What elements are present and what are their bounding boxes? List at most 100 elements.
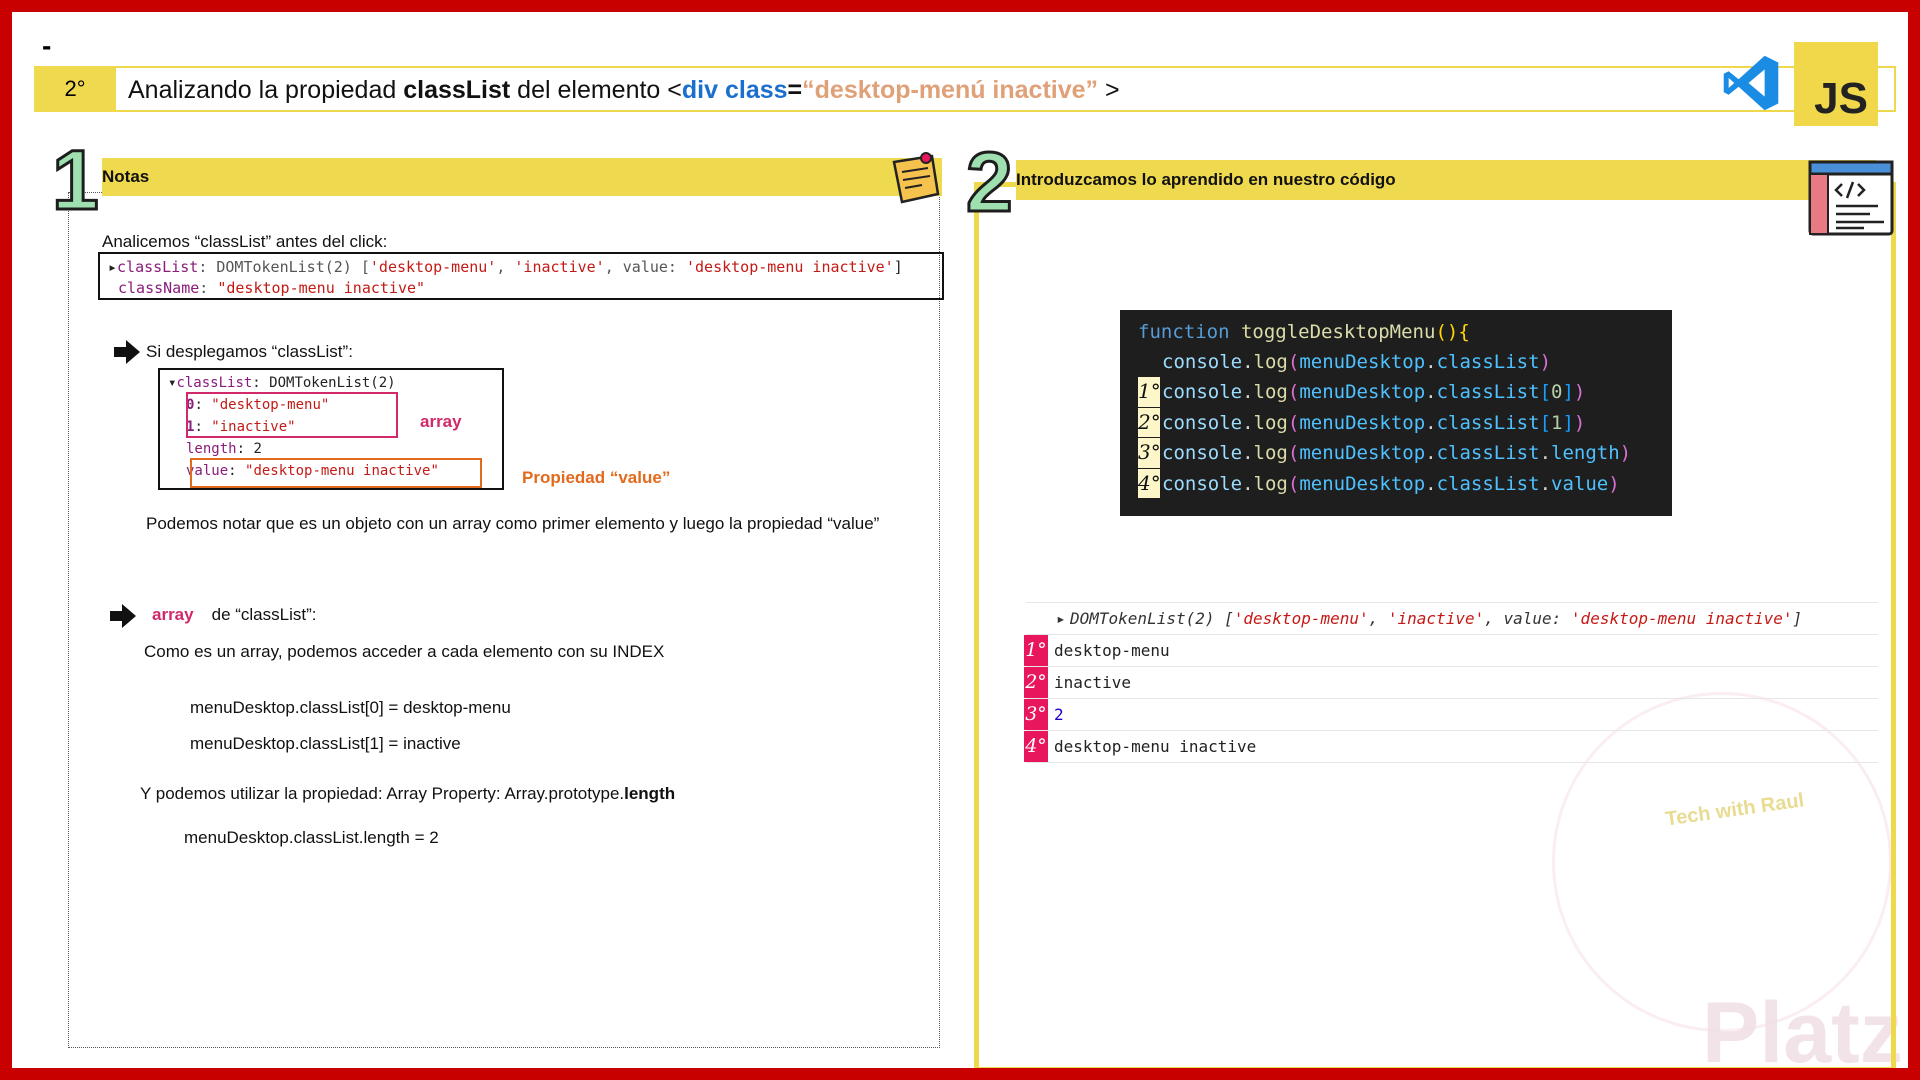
js-logo: JS — [1794, 42, 1878, 126]
code-comma: , — [496, 258, 515, 276]
value-property-label: Propiedad “value” — [522, 468, 671, 487]
console-type: DOMTokenList(2) [ — [1070, 609, 1234, 628]
code-log: log — [1253, 472, 1288, 495]
title-pre: Analizando la propiedad — [128, 76, 404, 104]
code-length: length: 2 — [186, 441, 262, 457]
code-obj: menuDesktop — [1299, 381, 1426, 403]
code-key: classList — [117, 258, 199, 276]
arrow-icon — [114, 340, 140, 364]
vscode-icon — [1723, 55, 1779, 111]
code-prop: classList — [1436, 411, 1540, 434]
expand-label: Si desplegamos “classList”: — [146, 342, 353, 361]
section-number-2: 2 — [965, 135, 1015, 229]
code-file-icon — [1808, 160, 1894, 236]
code-type: : DOMTokenList(2) [ — [198, 258, 370, 276]
code-console: console — [1162, 381, 1243, 403]
title-bold: classList — [403, 76, 511, 104]
slide-frame: - 2° Analizando la propiedad classList d… — [0, 0, 1920, 1080]
console-close: ] — [1792, 609, 1803, 628]
code-key: classList — [176, 375, 253, 391]
code-line-2: 2°console.log(menuDesktop.classList[1]) — [1138, 407, 1672, 439]
console-output: ▸ DOMTokenList(2) ['desktop-menu', 'inact… — [1024, 602, 1878, 763]
code-obj: menuDesktop — [1299, 442, 1426, 464]
console-text: 2 — [1054, 705, 1064, 724]
console-text: inactive — [1054, 673, 1132, 692]
code-obj: menuDesktop — [1299, 411, 1426, 434]
sticky-note-icon — [892, 152, 940, 204]
code-console: console — [1162, 350, 1243, 373]
code-console: console — [1162, 472, 1243, 495]
array-highlight-box — [186, 392, 398, 438]
notes-title: Notas — [102, 167, 150, 186]
array-heading-pink: array — [152, 605, 194, 624]
code-value: value — [1551, 472, 1609, 495]
title-div: div — [681, 76, 719, 104]
console-marker-3: 3° — [1024, 699, 1048, 730]
code-str: 'inactive' — [514, 258, 605, 276]
console-row-2: 2° inactive — [1024, 667, 1878, 699]
expand-triangle-icon[interactable]: ▸ — [1056, 603, 1066, 634]
code-console: console — [1162, 411, 1243, 434]
title-end: > — [1098, 76, 1120, 104]
code-function-name: toggleDesktopMenu — [1240, 321, 1436, 343]
code-index: 1 — [1551, 411, 1563, 434]
code-line-function: function toggleDesktopMenu(){ — [1138, 318, 1672, 348]
line-marker-2: 2° — [1138, 407, 1161, 437]
console-text: desktop-menu inactive — [1054, 737, 1257, 756]
code-key: length — [186, 441, 237, 457]
console-marker-4: 4° — [1024, 731, 1048, 762]
code-console: console — [1162, 442, 1243, 464]
console-str: 'inactive' — [1387, 609, 1485, 628]
section-number-1: 1 — [51, 133, 101, 227]
code-log: log — [1253, 442, 1288, 464]
array-label: array — [420, 412, 462, 431]
length-note-bold: length — [624, 784, 676, 803]
example-index-1: menuDesktop.classList[1] = inactive — [190, 734, 461, 753]
code-prop: classList — [1436, 472, 1540, 495]
code-obj: menuDesktop — [1299, 472, 1426, 495]
code-line-classname: className: "desktop-menu inactive" — [108, 278, 942, 299]
code-log: log — [1253, 411, 1288, 434]
code-str: 'desktop-menu inactive' — [686, 258, 894, 276]
header-title: Analizando la propiedad classList del el… — [128, 70, 1120, 110]
code-log: log — [1253, 350, 1288, 373]
code-colon: : — [199, 279, 218, 297]
array-heading: array de “classList”: — [152, 605, 316, 625]
index-note: Como es un array, podemos acceder a cada… — [144, 642, 665, 661]
code-prop: classList — [1436, 381, 1540, 403]
classlist-collapsed-code: ▸classList: DOMTokenList(2) [ 'desktop-me… — [98, 252, 944, 300]
code-brace: { — [1458, 321, 1470, 343]
code-str: "desktop-menu inactive" — [217, 279, 426, 297]
console-str: 'desktop-menu' — [1233, 609, 1369, 628]
code-length: length — [1551, 442, 1620, 464]
length-note-pre: Y podemos utilizar la propiedad: Array P… — [140, 784, 625, 803]
header-number: 2° — [34, 66, 116, 112]
example-index-0: menuDesktop.classList[0] = desktop-menu — [190, 698, 511, 717]
title-eq: = — [787, 76, 803, 104]
code-close: ] — [893, 258, 903, 276]
console-str: 'desktop-menu inactive' — [1570, 609, 1793, 628]
array-heading-rest: de “classList”: — [211, 605, 317, 624]
line-marker-1: 1° — [1138, 377, 1161, 407]
top-dash: - — [42, 30, 52, 61]
title-mid: del elemento < — [510, 76, 682, 104]
code-paren: () — [1435, 321, 1459, 343]
console-value-key: , value: — [1484, 609, 1571, 628]
code-line-classlist: ▸classList: DOMTokenList(2) [ 'desktop-me… — [108, 257, 942, 278]
code-line-3: 3°console.log(menuDesktop.classList.leng… — [1138, 438, 1672, 469]
code-value-key: , value: — [604, 258, 686, 276]
console-text: desktop-menu — [1054, 641, 1170, 660]
expand-triangle-icon: ▸ — [108, 258, 118, 276]
console-row-head[interactable]: ▸ DOMTokenList(2) ['desktop-menu', 'inact… — [1026, 602, 1878, 635]
line-marker-3: 3° — [1138, 438, 1161, 468]
code-editor: function toggleDesktopMenu(){ console.lo… — [1120, 310, 1672, 516]
title-class: class — [724, 76, 788, 104]
title-value: “desktop-menú inactive” — [802, 76, 1099, 104]
code-prop: classList — [1436, 350, 1540, 373]
console-marker-1: 1° — [1024, 635, 1048, 666]
arrow-icon — [110, 604, 136, 628]
console-row-1: 1° desktop-menu — [1024, 635, 1878, 667]
code-index: 0 — [1551, 381, 1563, 403]
code-bar-title: Introduzcamos lo aprendido en nuestro có… — [1016, 170, 1396, 189]
object-note: Podemos notar que es un objeto con un ar… — [146, 514, 880, 533]
